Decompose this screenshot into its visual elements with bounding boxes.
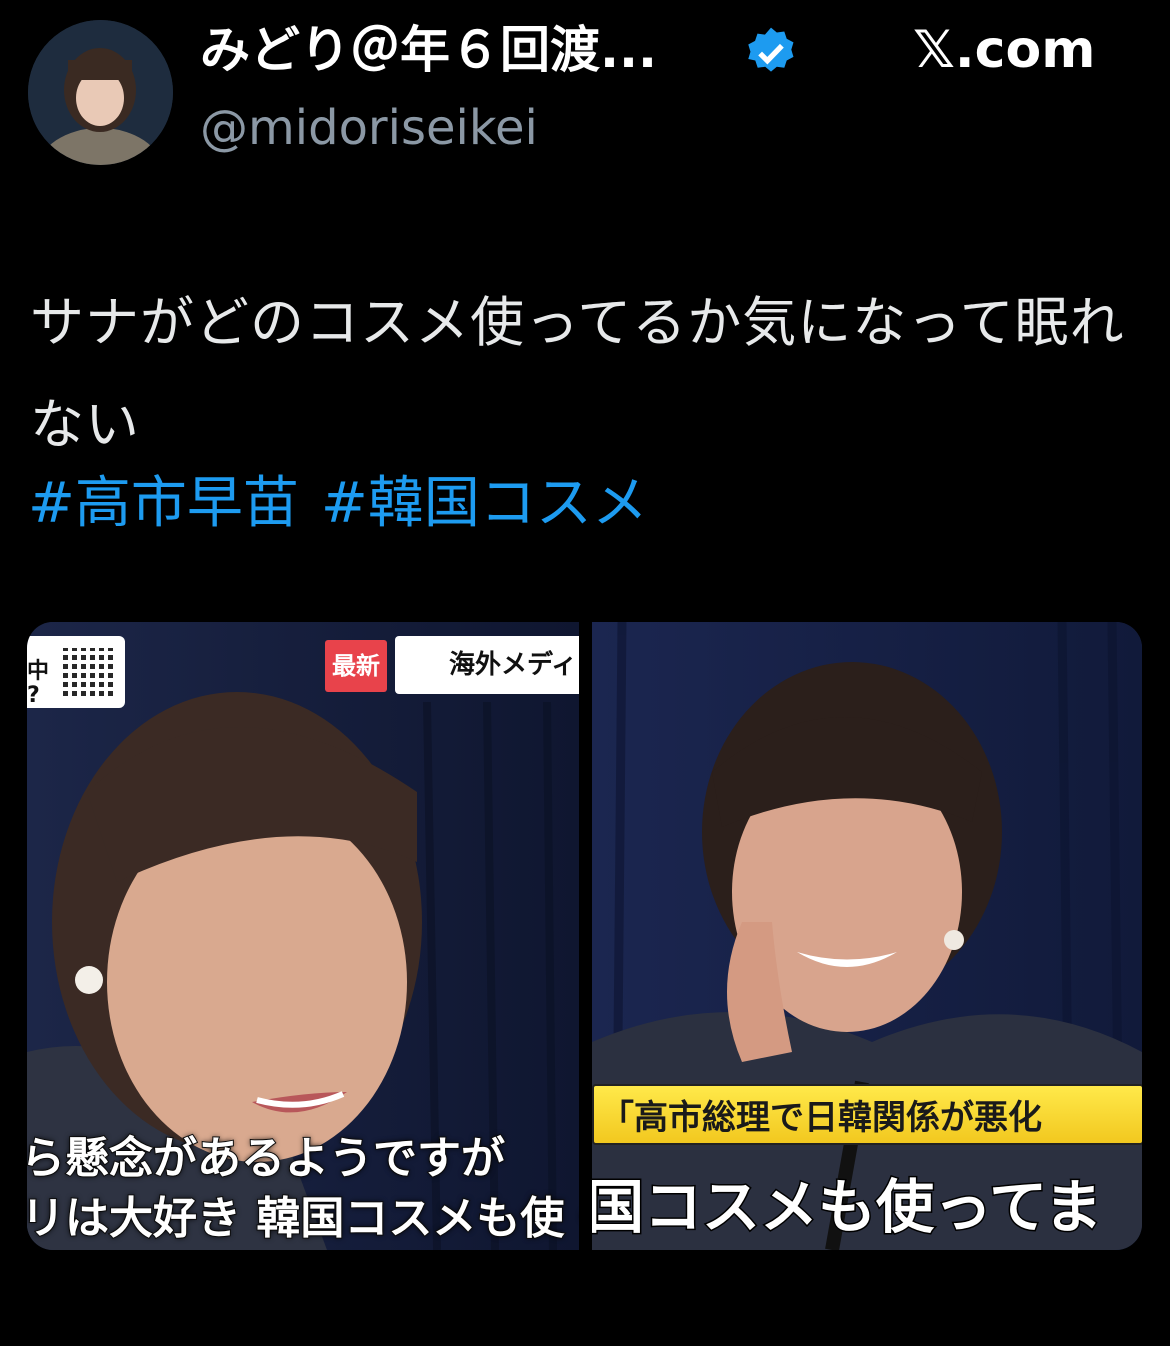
hashtag-link[interactable]: #高市早苗 xyxy=(28,471,299,536)
avatar-image xyxy=(28,20,173,165)
qr-code-overlay xyxy=(63,648,115,700)
hashtag-row: #高市早苗 #韓国コスメ xyxy=(28,464,670,544)
site-logo: 𝕏.com xyxy=(913,20,1096,80)
qr-badge-text: 中 ? xyxy=(27,659,50,708)
subtitle-line: 国コスメも使ってま xyxy=(592,1172,1104,1243)
tweet-text: サナがどのコスメ使ってるか気になって眠れない xyxy=(30,291,1125,456)
verified-badge-icon xyxy=(748,27,794,72)
user-handle[interactable]: @midoriseikei xyxy=(200,98,538,158)
hashtag-link[interactable]: #韓国コスメ xyxy=(321,471,648,536)
avatar[interactable] xyxy=(28,20,173,165)
subtitle-headline: 「高市総理で日韓関係が悪化 xyxy=(592,1084,1142,1145)
qr-badge: 中 ? xyxy=(27,636,125,708)
breaking-news-badge: 最新 xyxy=(325,640,387,692)
media-image-right[interactable]: 「高市総理で日韓関係が悪化 国コスメも使ってま xyxy=(592,622,1142,1250)
photo-right xyxy=(592,622,1142,1250)
news-headline-tag: 海外メディ xyxy=(395,636,579,694)
media-image-left[interactable]: 中 ? 最新 海外メディ ら懸念があるようですが リは大好き 韓国コスメも使・ xyxy=(27,622,579,1250)
media-grid[interactable]: 中 ? 最新 海外メディ ら懸念があるようですが リは大好き 韓国コスメも使・ xyxy=(27,622,1142,1250)
subtitle-line-1: ら懸念があるようですが xyxy=(27,1132,506,1185)
display-name[interactable]: みどり＠年６回渡... xyxy=(200,18,657,82)
tweet-header: みどり＠年６回渡... @midoriseikei 𝕏.com xyxy=(0,0,1170,190)
subtitle-line-2: リは大好き 韓国コスメも使・ xyxy=(27,1192,579,1245)
